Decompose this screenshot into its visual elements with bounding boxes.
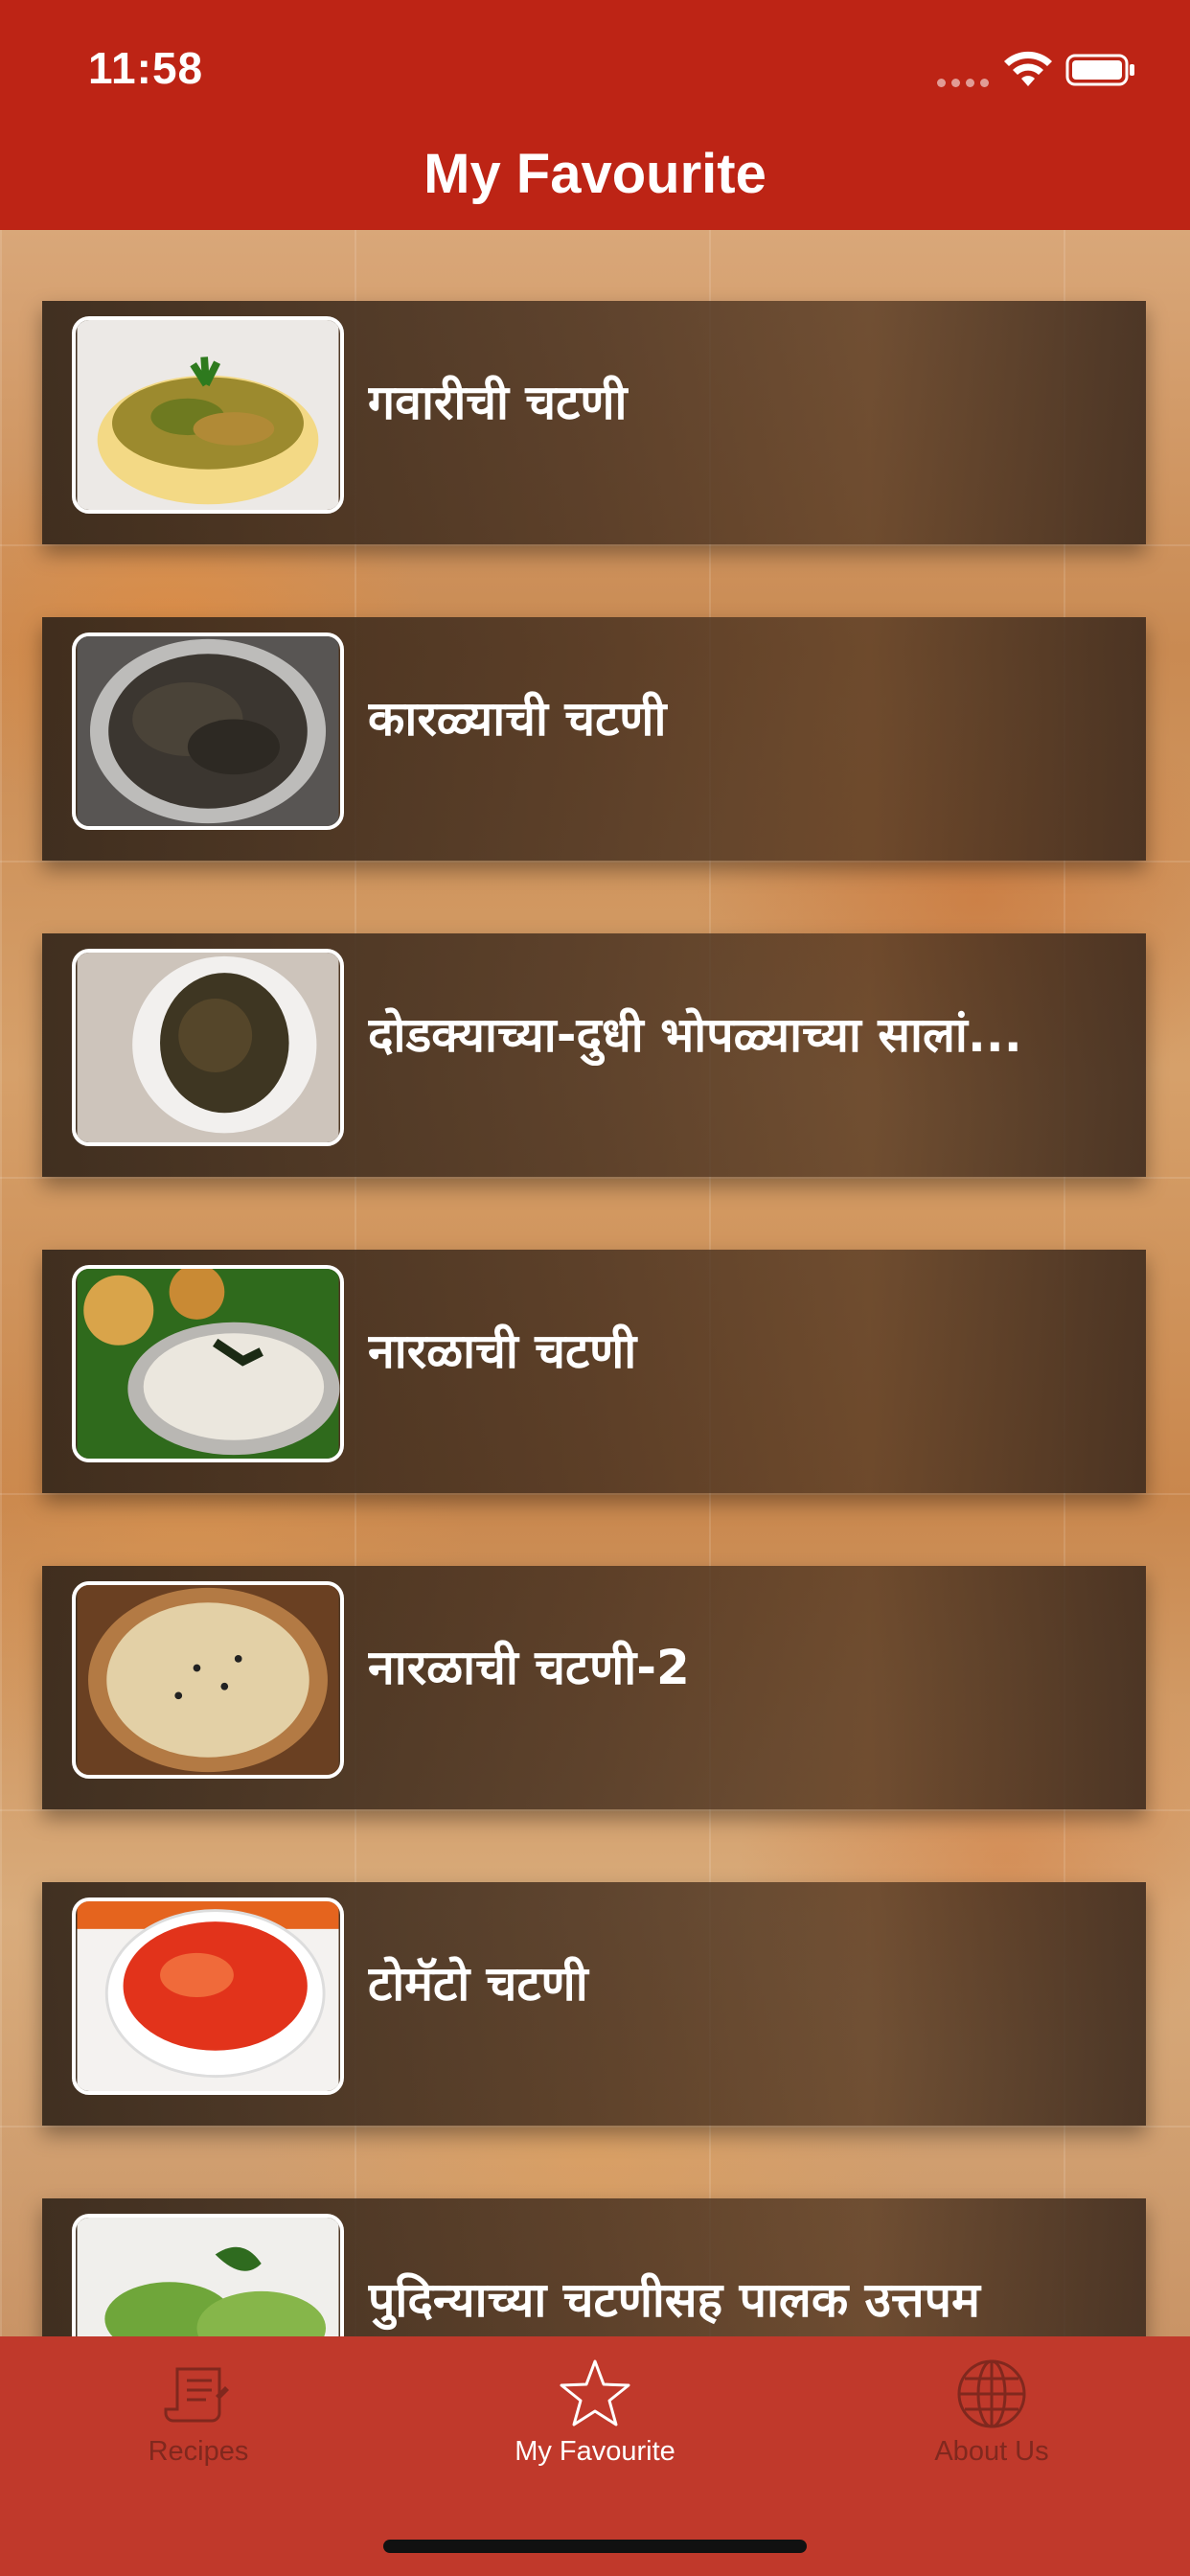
home-indicator[interactable] bbox=[383, 2540, 807, 2553]
recipe-thumbnail bbox=[72, 1898, 344, 2095]
status-bar: 11:58 bbox=[0, 0, 1190, 134]
recipe-thumbnail bbox=[72, 949, 344, 1146]
recipe-row[interactable]: टोमॅटो चटणी bbox=[42, 1882, 1146, 2126]
recipe-thumbnail bbox=[72, 316, 344, 514]
star-icon bbox=[560, 2359, 630, 2426]
tab-about-us[interactable]: About Us bbox=[793, 2336, 1190, 2490]
coconut-chutney-photo bbox=[77, 1269, 340, 1459]
recipe-title: नारळाची चटणी-2 bbox=[368, 1640, 690, 1695]
coconut-chutney-2-photo bbox=[77, 1585, 339, 1775]
recipe-thumbnail bbox=[72, 1581, 344, 1779]
cluster-beans-chutney-photo bbox=[77, 320, 339, 510]
recipe-thumbnail bbox=[72, 1265, 344, 1462]
tomato-chutney-photo bbox=[77, 1901, 339, 2091]
recipe-row[interactable]: कारळ्याची चटणी bbox=[42, 617, 1146, 861]
tab-about-us-label: About Us bbox=[934, 2436, 1049, 2467]
recipe-title: टोमॅटो चटणी bbox=[368, 1956, 588, 2012]
wifi-icon bbox=[1004, 51, 1052, 86]
recipe-row[interactable]: नारळाची चटणी-2 bbox=[42, 1566, 1146, 1809]
peel-chutney-photo bbox=[77, 953, 339, 1142]
recipe-title: कारळ्याची चटणी bbox=[368, 691, 667, 747]
niger-seed-chutney-photo bbox=[77, 636, 339, 826]
globe-icon bbox=[957, 2359, 1026, 2428]
tab-recipes-label: Recipes bbox=[148, 2436, 249, 2467]
food-background: गवारीची चटणी कारळ्याची चटणी दोडक्याच्या-… bbox=[0, 230, 1190, 2336]
page-title: My Favourite bbox=[423, 143, 767, 205]
palak-uttapam-photo bbox=[77, 2218, 339, 2336]
recipe-row[interactable]: दोडक्याच्या-दुधी भोपळ्याच्या सालां... bbox=[42, 933, 1146, 1177]
recipe-title: नारळाची चटणी bbox=[368, 1323, 637, 1379]
tab-my-favourite-label: My Favourite bbox=[515, 2436, 675, 2467]
recipe-row[interactable]: पुदिन्याच्या चटणीसह पालक उत्तपम bbox=[42, 2198, 1146, 2336]
recipe-thumbnail bbox=[72, 632, 344, 830]
cellular-signal-icon bbox=[937, 79, 989, 87]
tab-recipes[interactable]: Recipes bbox=[0, 2336, 397, 2490]
recipe-scroll-icon bbox=[164, 2367, 229, 2423]
recipe-row[interactable]: नारळाची चटणी bbox=[42, 1250, 1146, 1493]
tab-my-favourite[interactable]: My Favourite bbox=[397, 2336, 793, 2490]
battery-icon bbox=[1065, 54, 1134, 86]
recipe-thumbnail bbox=[72, 2214, 344, 2336]
recipe-title: गवारीची चटणी bbox=[368, 375, 628, 430]
recipe-title: दोडक्याच्या-दुधी भोपळ्याच्या सालां... bbox=[368, 1007, 1022, 1063]
recipe-row[interactable]: गवारीची चटणी bbox=[42, 301, 1146, 544]
recipe-title: पुदिन्याच्या चटणीसह पालक उत्तपम bbox=[368, 2272, 980, 2328]
status-time: 11:58 bbox=[88, 43, 204, 93]
